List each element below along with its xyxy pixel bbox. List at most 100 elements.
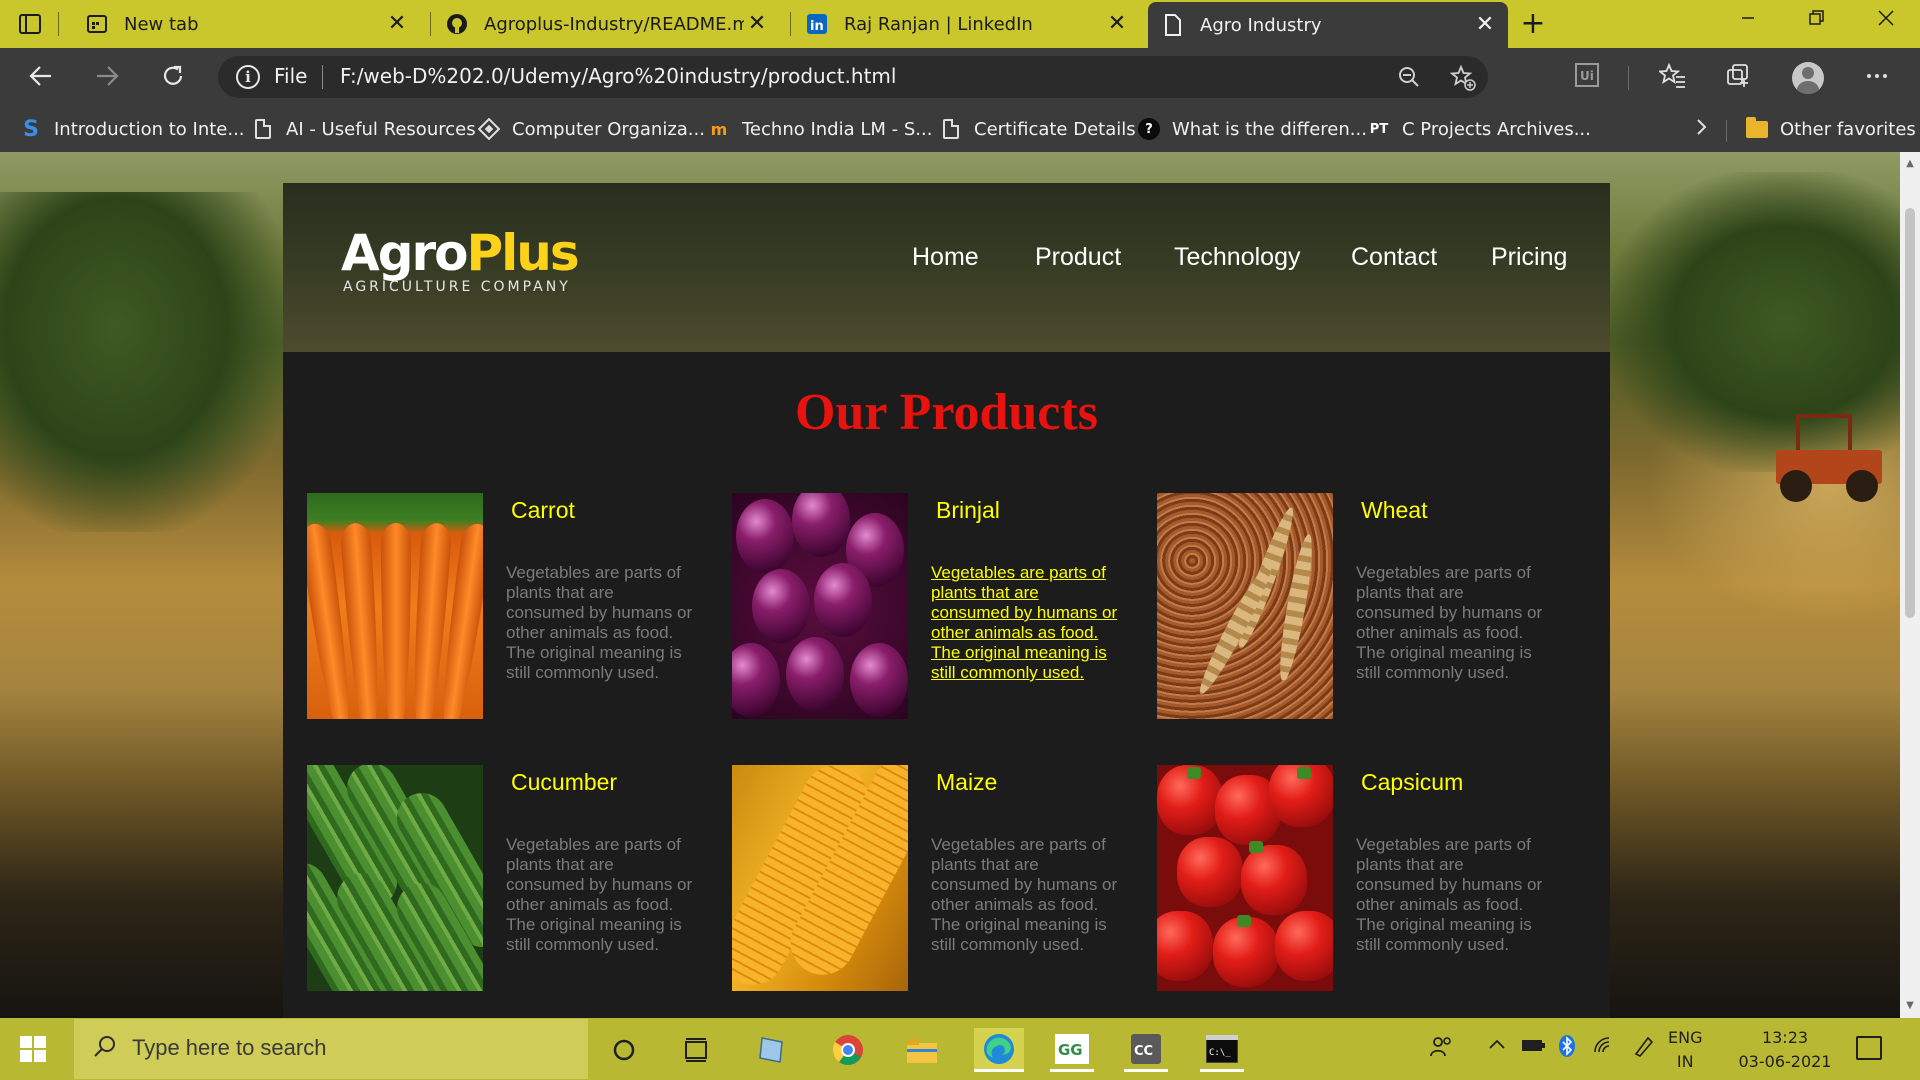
site-info-icon[interactable]: i <box>236 65 260 89</box>
tab-new-tab[interactable]: New tab ✕ <box>72 0 420 48</box>
wifi-icon[interactable] <box>1592 1034 1618 1061</box>
address-bar[interactable]: i File F:/web-D%202.0/Udemy/Agro%20indus… <box>218 56 1488 98</box>
windows-start-icon[interactable] <box>20 1036 46 1062</box>
github-icon <box>446 13 468 35</box>
background-trees <box>0 192 290 532</box>
favorite-ai-resources[interactable]: AI - Useful Resources <box>252 116 476 142</box>
chrome-icon[interactable] <box>826 1028 870 1072</box>
favorites-bar: S Introduction to Inte... AI - Useful Re… <box>0 106 1920 152</box>
s-logo-icon: S <box>23 116 39 142</box>
wheat-image[interactable] <box>1157 493 1333 719</box>
svg-text:C:\_: C:\_ <box>1209 1048 1231 1058</box>
nav-pricing[interactable]: Pricing <box>1491 243 1567 272</box>
close-tab-icon[interactable]: ✕ <box>744 11 770 37</box>
close-tab-icon[interactable]: ✕ <box>1104 11 1130 37</box>
chevron-up-icon[interactable] <box>1486 1034 1508 1061</box>
favorite-computer-organization[interactable]: Computer Organiza... <box>478 116 705 142</box>
collections-icon[interactable] <box>1724 62 1754 92</box>
nav-technology[interactable]: Technology <box>1174 243 1300 272</box>
maize-image[interactable] <box>732 765 908 991</box>
scrollbar-thumb[interactable] <box>1905 208 1915 618</box>
page-icon <box>1162 14 1184 36</box>
product-name: Wheat <box>1361 497 1428 523</box>
favorite-what-is-difference[interactable]: ? What is the differen... <box>1138 116 1367 142</box>
tab-github-readme[interactable]: Agroplus-Industry/README.md at ✕ <box>432 0 780 48</box>
product-description-link[interactable]: Vegetables are parts of plants that are … <box>931 563 1121 683</box>
tab-separator <box>790 12 791 36</box>
clock-date: 03-06-2021 <box>1738 1052 1832 1071</box>
brinjal-image[interactable] <box>732 493 908 719</box>
notepad-app-icon[interactable] <box>750 1028 794 1072</box>
forward-arrow-icon[interactable] <box>92 62 122 92</box>
nav-contact[interactable]: Contact <box>1351 243 1437 272</box>
favorite-c-projects[interactable]: PT C Projects Archives... <box>1368 116 1591 142</box>
product-card-brinjal: Brinjal Vegetables are parts of plants t… <box>732 493 1132 723</box>
tab-actions-icon[interactable] <box>18 12 42 36</box>
new-tab-page-icon <box>86 13 108 35</box>
close-window-icon[interactable] <box>1866 8 1906 38</box>
carrot-image[interactable] <box>307 493 483 719</box>
input-language-indicator[interactable]: ENG IN <box>1668 1026 1702 1074</box>
tab-bar: New tab ✕ Agroplus-Industry/README.md at… <box>0 0 1920 48</box>
agroplus-logo[interactable]: AgroPlus AGRICULTURE COMPANY <box>341 225 580 295</box>
action-center-icon[interactable] <box>1856 1036 1882 1060</box>
minimize-icon[interactable] <box>1728 8 1768 38</box>
product-card-wheat: Wheat Vegetables are parts of plants tha… <box>1157 493 1557 723</box>
product-name: Capsicum <box>1361 769 1464 795</box>
product-name: Cucumber <box>511 769 618 795</box>
bluetooth-icon[interactable] <box>1556 1034 1578 1063</box>
product-card-capsicum: Capsicum Vegetables are parts of plants … <box>1157 765 1557 995</box>
tab-linkedin[interactable]: in Raj Ranjan | LinkedIn ✕ <box>792 0 1140 48</box>
favorite-label: Introduction to Inte... <box>54 118 245 140</box>
site-header: AgroPlus AGRICULTURE COMPANY Home Produc… <box>283 183 1610 352</box>
zoom-out-icon[interactable] <box>1396 65 1422 91</box>
task-view-icon[interactable] <box>674 1028 718 1072</box>
question-icon: ? <box>1138 118 1160 140</box>
capsicum-image[interactable] <box>1157 765 1333 991</box>
edge-icon[interactable] <box>974 1028 1024 1072</box>
page-scrollbar[interactable]: ▲ ▼ <box>1900 152 1920 1018</box>
chevron-right-icon[interactable] <box>1690 116 1712 144</box>
tab-agro-industry[interactable]: Agro Industry ✕ <box>1148 2 1508 48</box>
people-icon[interactable] <box>1428 1034 1454 1065</box>
nav-product[interactable]: Product <box>1035 243 1121 272</box>
close-tab-icon[interactable]: ✕ <box>1472 12 1498 38</box>
url-divider <box>322 65 323 89</box>
restore-icon[interactable] <box>1796 8 1836 38</box>
site-container: AgroPlus AGRICULTURE COMPANY Home Produc… <box>283 183 1610 1018</box>
back-arrow-icon[interactable] <box>26 62 56 92</box>
region-code: IN <box>1676 1052 1694 1071</box>
favorite-introduction[interactable]: S Introduction to Inte... <box>20 116 245 142</box>
settings-more-icon[interactable] <box>1862 62 1892 92</box>
uipath-extension-icon[interactable]: Ui <box>1572 62 1602 92</box>
geeksforgeeks-app-icon[interactable]: GG <box>1050 1028 1094 1072</box>
terminal-app-icon[interactable]: C:\_ <box>1200 1028 1244 1072</box>
refresh-icon[interactable] <box>158 62 188 92</box>
add-favorite-icon[interactable] <box>1449 64 1476 91</box>
scroll-down-icon[interactable]: ▼ <box>1904 1000 1916 1012</box>
language-code: ENG <box>1668 1028 1703 1047</box>
nav-home[interactable]: Home <box>912 243 979 272</box>
pen-workspace-icon[interactable] <box>1632 1034 1656 1063</box>
cucumber-image[interactable] <box>307 765 483 991</box>
product-name: Brinjal <box>936 497 1000 523</box>
file-explorer-icon[interactable] <box>900 1028 944 1072</box>
product-description: Vegetables are parts of plants that are … <box>1356 835 1543 954</box>
battery-icon[interactable] <box>1520 1034 1548 1061</box>
favorite-label: What is the differen... <box>1172 118 1367 140</box>
profile-avatar-icon[interactable] <box>1792 62 1824 94</box>
favorites-icon[interactable] <box>1657 62 1688 92</box>
codeblocks-cc-app-icon[interactable]: CC <box>1124 1028 1168 1072</box>
favorite-techno-india[interactable]: m Techno India LM - S... <box>708 116 933 142</box>
taskbar-clock[interactable]: 13:23 03-06-2021 <box>1730 1026 1840 1074</box>
clock-time: 13:23 <box>1761 1028 1809 1047</box>
close-tab-icon[interactable]: ✕ <box>384 11 410 37</box>
scroll-up-icon[interactable]: ▲ <box>1904 158 1916 170</box>
favorite-certificate-details[interactable]: Certificate Details <box>940 116 1136 142</box>
cortana-icon[interactable] <box>602 1028 646 1072</box>
url-text[interactable]: F:/web-D%202.0/Udemy/Agro%20industry/pro… <box>340 64 896 88</box>
diamond-logo-icon <box>478 118 500 140</box>
new-tab-button[interactable]: + <box>1518 9 1548 40</box>
other-favorites[interactable]: Other favorites <box>1746 116 1916 142</box>
taskbar-search[interactable]: Type here to search <box>74 1019 588 1079</box>
